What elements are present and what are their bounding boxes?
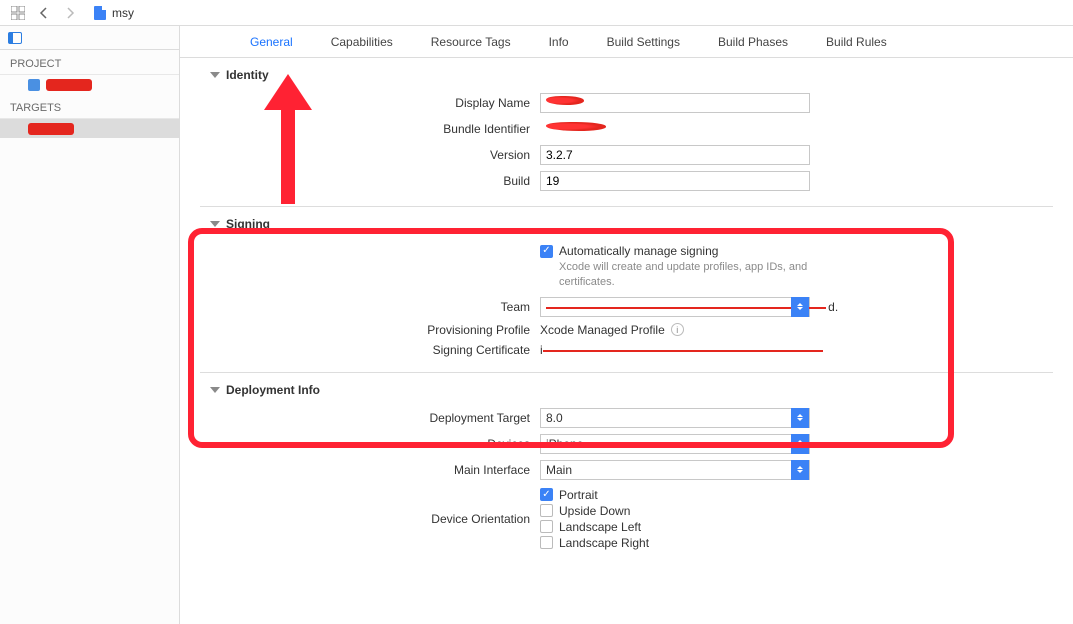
sidebar-project-item[interactable] [0,75,179,94]
orientation-landscape-left[interactable]: Landscape Left [540,520,810,534]
tab-capabilities[interactable]: Capabilities [331,35,393,49]
display-name-label: Display Name [210,96,540,110]
devices-select[interactable]: iPhone [540,434,810,454]
orientation-label: Device Orientation [210,512,540,526]
deployment-header[interactable]: Deployment Info [210,383,1043,397]
build-label: Build [210,174,540,188]
version-label: Version [210,148,540,162]
checkbox-icon [540,504,553,517]
section-signing: Signing Automatically manage signing Xco… [180,207,1073,370]
main-interface-value: Main [546,463,572,477]
auto-signing-label: Automatically manage signing [559,244,718,258]
redacted-team-value: XXXXXXXXXXXXXXXXXXXXXXXXXXXXXXXXXXX [546,300,826,314]
orientation-landscape-right[interactable]: Landscape Right [540,536,810,550]
project-icon [28,79,40,91]
signing-title: Signing [226,217,270,231]
checkbox-icon [540,245,553,258]
identity-title: Identity [226,68,269,82]
select-chevron-icon [791,434,809,454]
sidebar-toolbar [0,26,179,50]
left-panel-icon[interactable] [8,32,22,44]
deployment-target-select[interactable]: 8.0 [540,408,810,428]
bundle-id-value [540,119,810,139]
team-label: Team [210,300,540,314]
select-chevron-icon [791,297,809,317]
checkbox-icon [540,520,553,533]
cert-label: Signing Certificate [210,343,540,357]
identity-header[interactable]: Identity [210,68,1043,82]
tab-build-phases[interactable]: Build Phases [718,35,788,49]
targets-heading: TARGETS [0,94,179,119]
project-heading: PROJECT [0,50,179,75]
tab-resource-tags[interactable]: Resource Tags [431,35,511,49]
redacted-project-name [46,79,92,91]
version-input[interactable] [540,145,810,165]
redacted-cert-value: XXXXXXXXXXXXXXXXXXXXXXXXXXXXXXXXXXX [543,343,823,357]
redacted-bundle-id [546,122,606,131]
auto-signing-help: Xcode will create and update profiles, a… [559,260,839,291]
related-items-icon[interactable] [10,5,26,21]
checkbox-icon [540,536,553,549]
tab-general[interactable]: General [250,35,293,49]
redacted-display-name [546,96,584,105]
disclosure-triangle-icon [210,72,220,78]
profile-value: Xcode Managed Profile [540,323,665,337]
main-interface-label: Main Interface [210,463,540,477]
disclosure-triangle-icon [210,221,220,227]
disclosure-triangle-icon [210,387,220,393]
build-input[interactable] [540,171,810,191]
tab-info[interactable]: Info [549,35,569,49]
info-icon[interactable]: i [671,323,684,336]
select-chevron-icon [791,408,809,428]
breadcrumb[interactable]: msy [94,6,134,20]
nav-back-icon[interactable] [36,5,52,21]
editor-tabbar: General Capabilities Resource Tags Info … [180,26,1073,58]
tab-build-rules[interactable]: Build Rules [826,35,887,49]
select-chevron-icon [791,460,809,480]
bundle-id-label: Bundle Identifier [210,122,540,136]
orientation-portrait[interactable]: Portrait [540,488,810,502]
display-name-input[interactable] [540,93,810,113]
auto-signing-checkbox-row[interactable]: Automatically manage signing [540,244,860,258]
orientation-upside-down[interactable]: Upside Down [540,504,810,518]
deployment-target-label: Deployment Target [210,411,540,425]
sidebar-target-item[interactable] [0,119,179,138]
signing-header[interactable]: Signing [210,217,1043,231]
team-select[interactable]: XXXXXXXXXXXXXXXXXXXXXXXXXXXXXXXXXXX d. [540,297,810,317]
main-interface-select[interactable]: Main [540,460,810,480]
nav-forward-icon[interactable] [62,5,78,21]
checkbox-icon [540,488,553,501]
devices-label: Devices [210,437,540,451]
tab-build-settings[interactable]: Build Settings [607,35,680,49]
team-value-suffix: d. [828,300,838,314]
project-file-icon [94,6,106,20]
deployment-title: Deployment Info [226,383,320,397]
path-toolbar: msy [0,0,1073,26]
main-panel: General Capabilities Resource Tags Info … [180,26,1073,624]
left-sidebar: PROJECT TARGETS [0,26,180,624]
section-deployment: Deployment Info Deployment Target 8.0 De… [180,373,1073,565]
redacted-target-name [28,123,74,135]
section-identity: Identity Display Name Bundle Identifier … [180,58,1073,204]
devices-value: iPhone [546,437,583,451]
breadcrumb-filename: msy [112,6,134,20]
profile-label: Provisioning Profile [210,323,540,337]
deployment-target-value: 8.0 [546,411,563,425]
